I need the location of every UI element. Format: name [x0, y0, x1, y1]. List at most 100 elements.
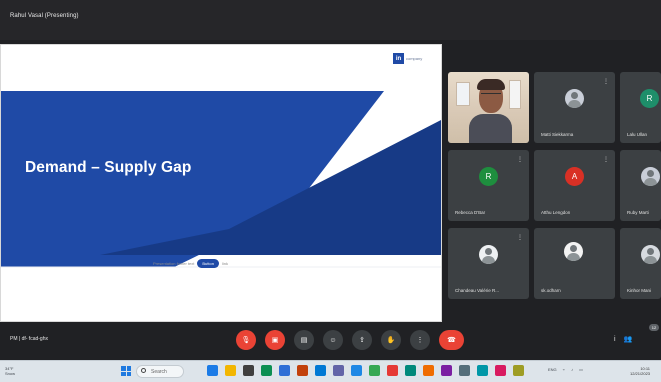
- taskbar-apps: [207, 365, 524, 376]
- info-icon[interactable]: i: [614, 336, 616, 343]
- meeting-window: Rahul Vasal (Presenting) in company Dema…: [0, 0, 661, 382]
- reactions-button[interactable]: ☺: [323, 330, 343, 350]
- captions-icon: ▤: [300, 337, 308, 344]
- clock-date: 12/21/2023: [630, 371, 651, 376]
- participant-tile-8[interactable]: sk.odharn: [534, 228, 615, 299]
- search-icon: [141, 368, 146, 373]
- video-feed: [448, 72, 529, 143]
- slide-logo: in company: [393, 53, 422, 64]
- people-count-badge: 12: [649, 324, 659, 331]
- word-icon[interactable]: [279, 365, 290, 376]
- emoji-icon: ☺: [329, 336, 337, 344]
- slide-footer-text: Presentation footer text: [153, 261, 195, 266]
- meet-icon[interactable]: [369, 365, 380, 376]
- participant-name: Lalu Ullan: [627, 132, 648, 137]
- slide-footer: Presentation footer text Button link: [153, 259, 228, 268]
- excel-icon[interactable]: [261, 365, 272, 376]
- logo-mark: in: [393, 53, 404, 64]
- taskbar-clock[interactable]: 10:11 12/21/2023: [630, 366, 650, 376]
- language-indicator[interactable]: ENG: [548, 367, 557, 372]
- background-door: [509, 80, 521, 109]
- volume-icon[interactable]: ♪: [571, 367, 573, 372]
- weather-condition: Snow: [5, 371, 16, 376]
- participant-tile-9[interactable]: Kinhor Mani: [620, 228, 661, 299]
- more-options-button[interactable]: ⋮: [410, 330, 430, 350]
- participant-grid: ⋮ Matti Siekkarma R Lalu Ullan R ⋮ Rebec…: [448, 72, 661, 299]
- slide-footer-pill[interactable]: Button: [197, 259, 219, 268]
- participant-photo-avatar: [565, 89, 584, 108]
- outlook-icon[interactable]: [315, 365, 326, 376]
- glasses-icon: [481, 93, 501, 97]
- logo-text: company: [406, 56, 423, 61]
- browser-icon[interactable]: [207, 365, 218, 376]
- wifi-icon[interactable]: ⌁: [563, 367, 565, 372]
- edge-icon[interactable]: [477, 365, 488, 376]
- presenting-label: Rahul Vasal (Presenting): [10, 13, 79, 19]
- teams-icon[interactable]: [333, 365, 344, 376]
- participant-name: Ruby Marti: [627, 210, 649, 215]
- pdf-icon[interactable]: [387, 365, 398, 376]
- raise-hand-button[interactable]: ✋: [381, 330, 401, 350]
- slide-title: Demand – Supply Gap: [25, 159, 192, 176]
- participant-name: Kinhor Mani: [627, 288, 652, 293]
- participant-name: Rebecca D'Bar: [455, 210, 486, 215]
- chrome-icon[interactable]: [351, 365, 362, 376]
- slide-footer-link[interactable]: link: [222, 261, 228, 266]
- store-icon[interactable]: [243, 365, 254, 376]
- camera-icon: ▣: [271, 337, 279, 344]
- microphone-icon: 🎙: [241, 337, 251, 344]
- participant-photo-avatar: [564, 242, 583, 261]
- people-icon[interactable]: 👥: [624, 335, 633, 343]
- folder-icon[interactable]: [225, 365, 236, 376]
- powerpoint-icon[interactable]: [297, 365, 308, 376]
- right-toolbar: i 👥: [614, 335, 633, 344]
- hand-icon: ✋: [386, 337, 396, 344]
- shared-slide: in company Demand – Supply Gap Presentat…: [0, 44, 442, 322]
- participant-name: Atthu Lengdon: [541, 210, 571, 215]
- end-call-button[interactable]: ☎: [439, 330, 464, 350]
- participant-tile-6[interactable]: Ruby Marti: [620, 150, 661, 221]
- participant-name: Chandeau Valérie R...: [455, 288, 499, 293]
- meeting-controls: 🎙 ▣ ▤ ☺ ⇪ ✋ ⋮ ☎: [236, 330, 464, 350]
- participant-tile-2[interactable]: ⋮ Matti Siekkarma: [534, 72, 615, 143]
- camera-off-button[interactable]: ▣: [265, 330, 285, 350]
- participant-tile-video[interactable]: [448, 72, 529, 143]
- top-bar: Rahul Vasal (Presenting): [0, 0, 661, 40]
- participant-photo-avatar: [479, 245, 498, 264]
- weather-widget[interactable]: 34°F Snow: [5, 366, 15, 376]
- notes-icon[interactable]: [441, 365, 452, 376]
- participant-tile-3[interactable]: R Lalu Ullan: [620, 72, 661, 143]
- present-button[interactable]: ⇪: [352, 330, 372, 350]
- more-vertical-icon: ⋮: [416, 337, 424, 344]
- participant-avatar: R: [640, 89, 659, 108]
- participant-tile-7[interactable]: ⋮ Chandeau Valérie R...: [448, 228, 529, 299]
- battery-icon[interactable]: ▭: [579, 367, 583, 372]
- calendar-icon[interactable]: [423, 365, 434, 376]
- participant-name: sk.odharn: [541, 288, 561, 293]
- participant-avatar: A: [565, 167, 584, 186]
- tools-icon[interactable]: [513, 365, 524, 376]
- participant-avatar: R: [479, 167, 498, 186]
- system-tray: ENG ⌁ ♪ ▭: [548, 367, 583, 372]
- participant-photo-avatar: [641, 167, 660, 186]
- tile-menu-icon[interactable]: ⋮: [603, 156, 609, 163]
- participant-tile-5[interactable]: A ⋮ Atthu Lengdon: [534, 150, 615, 221]
- participant-hair: [477, 79, 505, 90]
- participant-body: [469, 114, 512, 143]
- participant-tile-4[interactable]: R ⋮ Rebecca D'Bar: [448, 150, 529, 221]
- windows-taskbar: 34°F Snow Search ENG ⌁ ♪ ▭ 10:11 12/21/2…: [0, 360, 661, 382]
- tile-menu-icon[interactable]: ⋮: [517, 156, 523, 163]
- app-icon[interactable]: [405, 365, 416, 376]
- tile-menu-icon[interactable]: ⋮: [603, 78, 609, 85]
- mic-off-button[interactable]: 🎙: [236, 330, 256, 350]
- present-icon: ⇪: [359, 337, 365, 344]
- tile-menu-icon[interactable]: ⋮: [517, 234, 523, 241]
- captions-button[interactable]: ▤: [294, 330, 314, 350]
- slide-graphics: [1, 45, 441, 321]
- windows-start-icon[interactable]: [121, 366, 131, 376]
- meeting-info: PM | df- fcad-ghx: [10, 336, 48, 342]
- media-icon[interactable]: [495, 365, 506, 376]
- settings-icon[interactable]: [459, 365, 470, 376]
- participant-photo-avatar: [641, 245, 660, 264]
- phone-hangup-icon: ☎: [447, 337, 456, 344]
